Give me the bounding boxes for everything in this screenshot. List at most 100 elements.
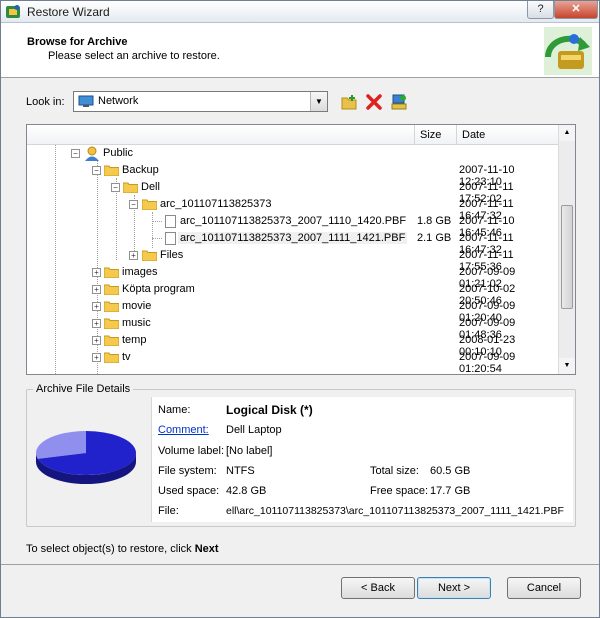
scroll-up-icon[interactable]: ▲: [559, 125, 575, 141]
tree-row-music[interactable]: + music 2007-09-09 01:48:36: [27, 315, 559, 341]
help-button[interactable]: ?: [527, 1, 554, 19]
tree-size: 1.8 GB: [417, 215, 452, 227]
collapse-toggle[interactable]: −: [71, 149, 80, 158]
folder-icon: [104, 335, 119, 346]
archive-tree-view[interactable]: Size Date − Public − Backup 2007-11-10 1…: [26, 124, 576, 375]
tree-label: music: [122, 317, 151, 329]
instruction-action: Next: [194, 543, 219, 555]
expand-toggle[interactable]: +: [92, 285, 101, 294]
tree-label: Köpta program: [122, 283, 195, 295]
title-bar[interactable]: Restore Wizard ? ✕: [1, 1, 599, 23]
total-size-value: 60.5 GB: [430, 465, 471, 477]
details-panel: Name: Logical Disk (*) Comment: Dell Lap…: [151, 397, 573, 522]
instruction-prefix: To select object(s) to restore, click: [26, 543, 192, 555]
tree-label: arc_101107113825373_2007_1110_1420.PBF: [180, 215, 407, 227]
scrollbar-thumb[interactable]: [561, 205, 573, 309]
cancel-button[interactable]: Cancel: [507, 577, 581, 599]
file-path-label: File:: [158, 505, 179, 517]
user-folder-icon: [85, 146, 99, 161]
tree-scrollbar[interactable]: ▲ ▼: [558, 125, 575, 374]
restore-wizard-logo-icon: [544, 27, 592, 75]
tree-label: movie: [122, 300, 152, 312]
name-label: Name:: [158, 404, 191, 416]
collapse-toggle[interactable]: −: [111, 183, 120, 192]
folder-icon: [104, 301, 119, 312]
collapse-toggle[interactable]: −: [92, 166, 101, 175]
disk-usage-pie-chart: [36, 431, 137, 484]
scroll-down-icon[interactable]: ▼: [559, 358, 575, 374]
total-size-label: Total size:: [370, 465, 419, 477]
footer-divider: [1, 564, 599, 565]
folder-icon: [104, 318, 119, 329]
file-icon: [165, 215, 176, 228]
folder-icon: [142, 250, 157, 261]
tree-row-kopta-program[interactable]: + Köpta program 2007-10-02 20:50:46: [27, 281, 559, 307]
back-button[interactable]: < Back: [341, 577, 415, 599]
tree-label: images: [122, 266, 158, 278]
column-header-name[interactable]: [27, 125, 415, 145]
next-button[interactable]: Next >: [417, 577, 491, 599]
tree-label: arc_101107113825373_2007_1111_1421.PBF: [178, 232, 408, 244]
tree-row-dell[interactable]: − Dell 2007-11-11 17:52:02: [27, 179, 559, 205]
lookin-dropdown[interactable]: Network ▼: [73, 91, 328, 112]
lookin-value: Network: [98, 95, 139, 107]
file-icon: [165, 232, 176, 245]
column-header-date[interactable]: Date: [457, 125, 559, 145]
expand-toggle[interactable]: +: [92, 302, 101, 311]
instruction-text: To select object(s) to restore, click Ne…: [26, 543, 219, 555]
tree-label: tv: [122, 351, 131, 363]
free-space-label: Free space:: [370, 485, 429, 497]
volume-label-label: Volume label:: [158, 445, 225, 457]
tree-row-temp[interactable]: + temp 2008-01-23 00:10:10: [27, 332, 559, 358]
folder-icon: [104, 165, 119, 176]
expand-toggle[interactable]: +: [92, 353, 101, 362]
tree-row-archive-file-selected[interactable]: arc_101107113825373_2007_1111_1421.PBF 2…: [27, 230, 559, 256]
folder-icon: [142, 199, 157, 210]
tree-label: arc_101107113825373: [160, 198, 272, 210]
tree-row-backup[interactable]: − Backup 2007-11-10 12:23:10: [27, 162, 559, 188]
new-folder-icon[interactable]: [340, 93, 358, 111]
used-space-label: Used space:: [158, 485, 220, 497]
comment-link[interactable]: Comment:: [158, 424, 209, 436]
name-value: Logical Disk (*): [226, 403, 313, 417]
file-system-label: File system:: [158, 465, 217, 477]
expand-toggle[interactable]: +: [129, 251, 138, 260]
properties-icon[interactable]: [390, 93, 408, 111]
page-subtitle: Please select an archive to restore.: [48, 50, 220, 62]
expand-toggle[interactable]: +: [92, 319, 101, 328]
file-system-value: NTFS: [226, 465, 255, 477]
column-header-size[interactable]: Size: [415, 125, 457, 145]
tree-label: Files: [160, 249, 184, 261]
tree-label: temp: [122, 334, 147, 346]
tree-row-files[interactable]: + Files 2007-11-11 17:55:36: [27, 247, 559, 273]
folder-icon: [104, 352, 119, 363]
lookin-label: Look in:: [26, 96, 65, 108]
tree-row-tv[interactable]: + tv 2007-09-09 01:20:54: [27, 349, 559, 374]
tree-label: Dell: [141, 181, 160, 193]
tree-size: 2.1 GB: [417, 232, 452, 244]
expand-toggle[interactable]: +: [92, 268, 101, 277]
chevron-down-icon[interactable]: ▼: [310, 92, 327, 111]
tree-row-public[interactable]: − Public: [27, 145, 559, 162]
folder-icon: [104, 267, 119, 278]
expand-toggle[interactable]: +: [92, 336, 101, 345]
delete-icon[interactable]: [365, 93, 383, 111]
window-title: Restore Wizard: [27, 5, 110, 19]
file-path-value: ell\arc_101107113825373\arc_101107113825…: [226, 505, 564, 517]
app-icon: [6, 5, 20, 18]
tree-row-archive-folder[interactable]: − arc_101107113825373 2007-11-11 16:47:3…: [27, 196, 559, 222]
tree-row-images[interactable]: + images 2007-09-09 01:21:02: [27, 264, 559, 290]
volume-label-value: [No label]: [226, 445, 273, 457]
restore-wizard-window: Restore Wizard ? ✕ Browse for Archive Pl…: [0, 0, 600, 618]
tree-line: [152, 221, 162, 222]
collapse-toggle[interactable]: −: [129, 200, 138, 209]
tree-label: Public: [103, 147, 133, 159]
network-icon: [78, 95, 94, 107]
archive-details-title: Archive File Details: [33, 383, 134, 395]
close-button[interactable]: ✕: [554, 1, 598, 19]
tree-label: Backup: [122, 164, 159, 176]
tree-row-movie[interactable]: + movie 2007-09-09 01:20:40: [27, 298, 559, 324]
folder-icon: [123, 182, 138, 193]
tree-row-archive-file[interactable]: arc_101107113825373_2007_1110_1420.PBF 1…: [27, 213, 559, 239]
used-space-value: 42.8 GB: [226, 485, 267, 497]
